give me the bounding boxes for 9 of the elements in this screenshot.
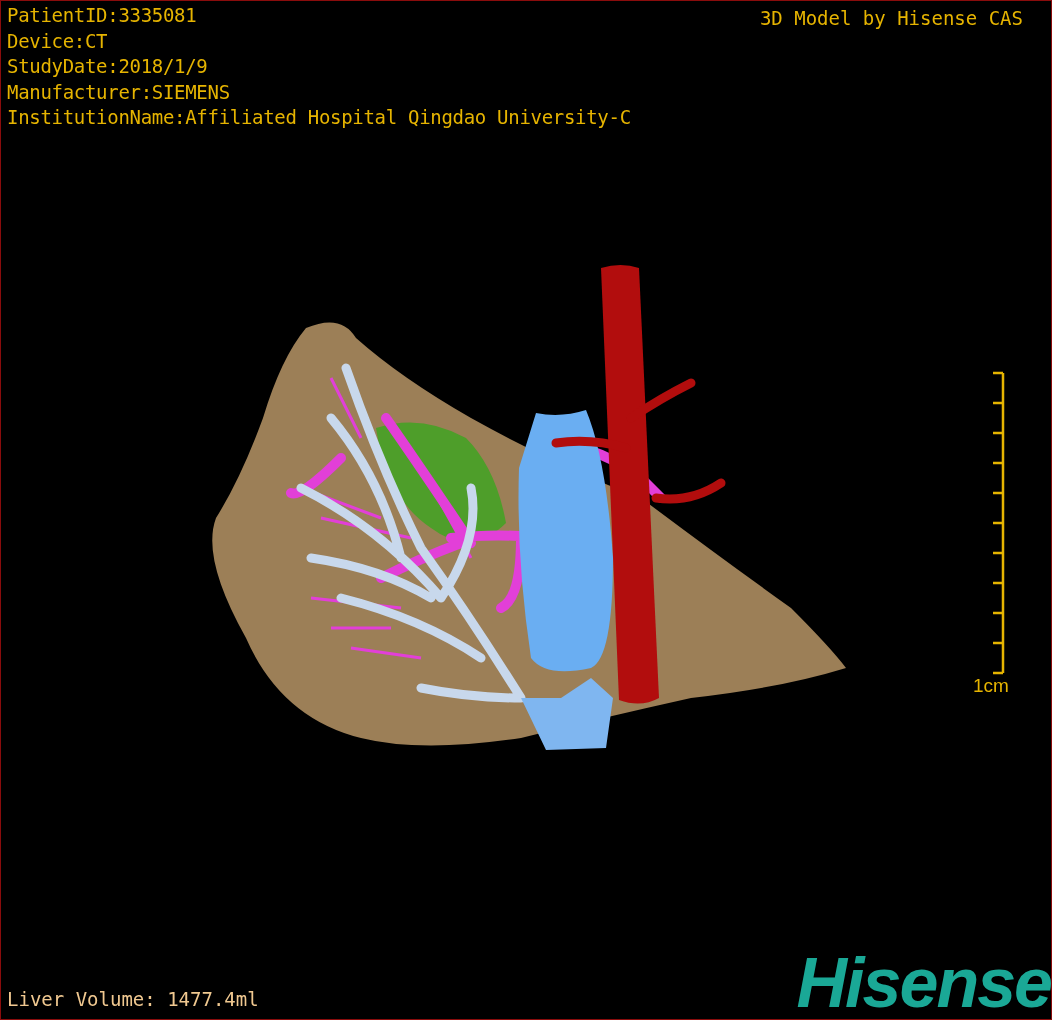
brand-logo: Hisense [796, 951, 1051, 1015]
scale-label: 1cm [973, 674, 1009, 697]
info-line: PatientID:3335081 [7, 3, 198, 28]
info-line: StudyDate:2018/1/9 [7, 54, 209, 79]
info-line: InstitutionName:Affiliated Hospital Qingdao University-C [7, 105, 631, 130]
info-line: Device:CT [7, 28, 109, 54]
info-line: Manufacturer:SIEMENS [7, 79, 231, 105]
liver-volume-text: Liver Volume: 1477.4ml [7, 987, 259, 1011]
viewer-title: 3D Model by Hisense CAS [759, 6, 1023, 31]
